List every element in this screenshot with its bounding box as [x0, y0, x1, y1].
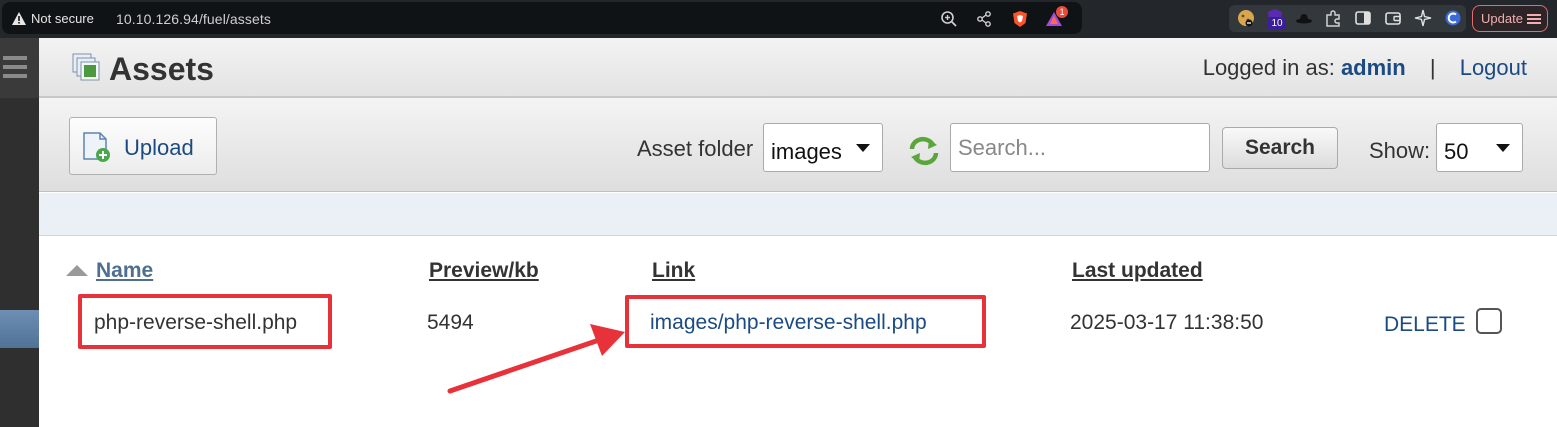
- sidebar-icon[interactable]: [1353, 8, 1373, 28]
- notification-badge: 1: [1056, 6, 1068, 18]
- logout-link[interactable]: Logout: [1460, 55, 1527, 80]
- update-label: Update: [1481, 11, 1523, 26]
- asset-folder-select[interactable]: images: [763, 123, 883, 172]
- logged-in-label: Logged in as:: [1202, 55, 1335, 80]
- column-header-preview[interactable]: Preview/kb: [429, 259, 539, 283]
- annotation-arrow-icon: [447, 324, 625, 394]
- assets-toolbar: Upload Asset folder images Search Show: …: [39, 98, 1557, 192]
- update-button[interactable]: Update: [1472, 5, 1548, 32]
- show-count-value: 50: [1444, 139, 1469, 164]
- vpn-icon[interactable]: [1443, 8, 1463, 28]
- column-header-link[interactable]: Link: [652, 259, 695, 283]
- highlight-box-link: [625, 295, 986, 348]
- sidebar-toggle-button[interactable]: [0, 38, 39, 98]
- warning-icon: [12, 12, 26, 25]
- asset-updated-cell: 2025-03-17 11:38:50: [1070, 311, 1264, 334]
- sidebar-item-selected[interactable]: [0, 310, 39, 348]
- assets-icon: [72, 53, 100, 81]
- show-count-select[interactable]: 50: [1436, 123, 1523, 172]
- delete-checkbox[interactable]: [1476, 308, 1502, 334]
- notification-strip: [39, 193, 1557, 236]
- search-input[interactable]: [950, 123, 1210, 172]
- page-title: Assets: [109, 51, 214, 87]
- security-label: Not secure: [31, 11, 94, 26]
- leo-icon[interactable]: [1413, 8, 1433, 28]
- upload-label: Upload: [124, 135, 194, 160]
- brave-shield-icon[interactable]: [1011, 10, 1029, 28]
- security-indicator[interactable]: Not secure: [12, 11, 94, 26]
- show-label: Show:: [1369, 138, 1431, 163]
- highlight-box-filename: [78, 294, 332, 349]
- column-header-name[interactable]: Name: [96, 259, 153, 283]
- browser-toolbar: Not secure 10.10.126.94/fuel/assets 1 10…: [0, 0, 1557, 38]
- asset-folder-value: images: [771, 139, 842, 164]
- upload-button[interactable]: Upload: [69, 117, 217, 175]
- left-sidebar: [0, 38, 39, 427]
- search-button[interactable]: Search: [1222, 127, 1338, 169]
- asset-folder-label: Asset folder: [637, 136, 754, 161]
- refresh-icon[interactable]: [907, 136, 941, 166]
- hat-extension-icon[interactable]: [1294, 8, 1314, 28]
- cookie-extension-icon[interactable]: [1236, 8, 1256, 28]
- column-header-updated[interactable]: Last updated: [1072, 259, 1203, 283]
- menu-icon: [1527, 14, 1541, 24]
- address-bar[interactable]: Not secure 10.10.126.94/fuel/assets 1: [2, 2, 1082, 34]
- list-menu-icon: [3, 56, 27, 78]
- sort-ascending-icon[interactable]: [66, 265, 88, 276]
- url-text[interactable]: 10.10.126.94/fuel/assets: [116, 11, 271, 27]
- login-status: Logged in as: admin | Logout: [1203, 55, 1527, 81]
- page-header: Assets Logged in as: admin | Logout: [39, 38, 1557, 98]
- chevron-down-icon: [856, 144, 870, 152]
- wallet-icon[interactable]: [1383, 8, 1403, 28]
- delete-link[interactable]: DELETE: [1384, 313, 1466, 337]
- zoom-icon[interactable]: [940, 10, 958, 28]
- extension-badge: 10: [1268, 17, 1286, 30]
- extensions-icon[interactable]: [1323, 8, 1343, 28]
- username-link[interactable]: admin: [1341, 55, 1406, 80]
- separator: |: [1429, 55, 1436, 80]
- chevron-down-icon: [1496, 144, 1510, 152]
- upload-file-icon: [83, 132, 110, 162]
- share-icon[interactable]: [975, 10, 993, 28]
